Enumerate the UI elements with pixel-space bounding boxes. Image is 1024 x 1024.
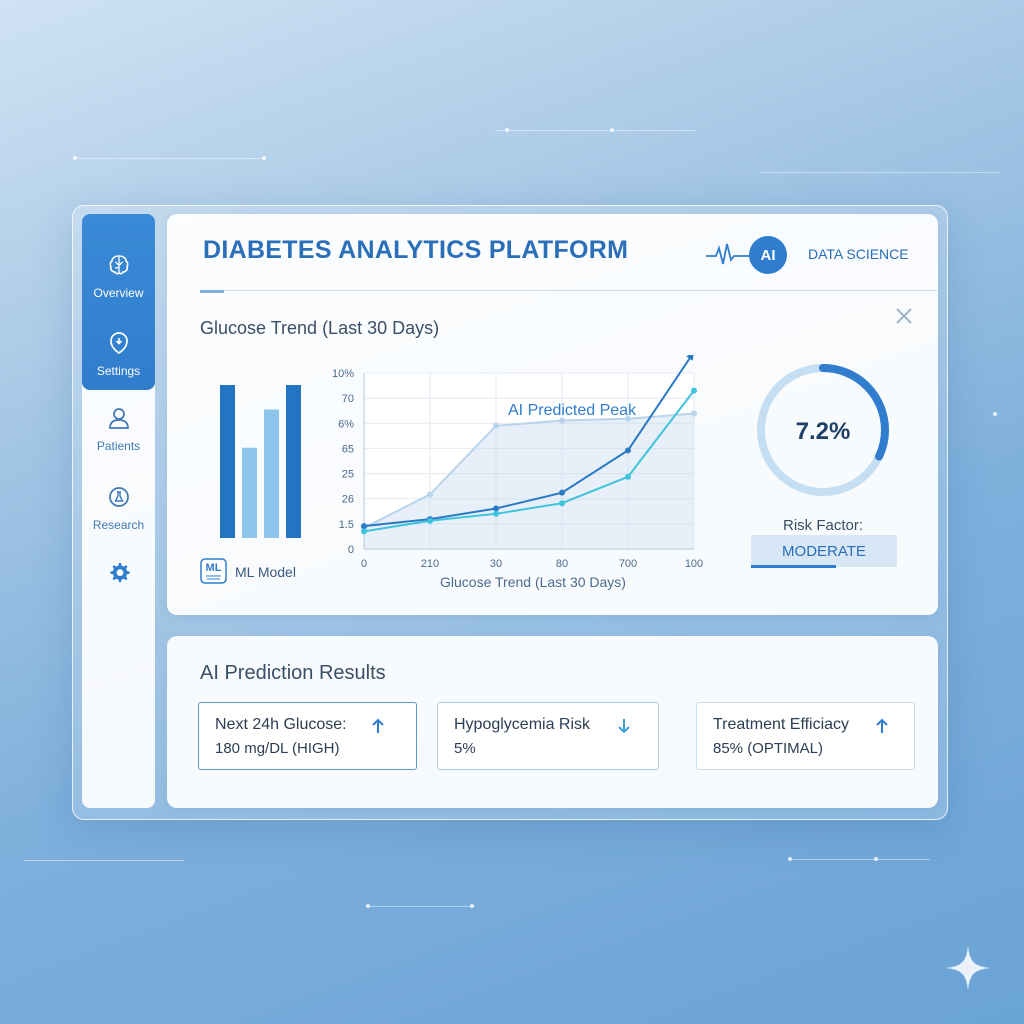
y-tick-label: 70 [342, 393, 354, 405]
data-point [427, 517, 433, 524]
data-point [691, 387, 697, 394]
sidebar-item-label: Settings [96, 364, 141, 378]
x-tick-label: 100 [685, 558, 703, 570]
background-circuit-line [75, 158, 265, 159]
ml-bar-chart [220, 385, 301, 538]
flask-icon [108, 487, 129, 507]
data-point [361, 523, 367, 530]
sidebar-item-label: Research [92, 518, 145, 532]
sidebar-item-overview[interactable]: Overview [82, 252, 155, 300]
background-node [788, 857, 792, 861]
shield-icon [109, 332, 128, 355]
background-circuit-line [24, 860, 184, 861]
background-node [470, 904, 474, 908]
sidebar-item-research[interactable]: Research [82, 484, 155, 532]
risk-value: 7.2% [795, 418, 851, 445]
x-tick-label: 700 [619, 558, 637, 570]
sidebar-item-patients[interactable]: Patients [82, 405, 155, 453]
ml-model-label: ML Model [235, 564, 296, 580]
brain-icon [109, 255, 128, 275]
data-science-label: DATA SCIENCE [808, 246, 909, 262]
prediction-value: 180 mg/DL (HIGH) [215, 740, 340, 757]
prediction-label: Hypoglycemia Risk [454, 716, 591, 733]
bar-1 [220, 385, 235, 538]
y-tick-label: 6% [338, 418, 354, 430]
sidebar-item-settings[interactable]: Settings [82, 330, 155, 378]
user-icon [108, 408, 129, 429]
x-tick-label: 0 [361, 558, 367, 570]
title-accent [200, 290, 224, 293]
data-point [559, 500, 565, 507]
background-circuit-line [368, 906, 473, 907]
data-point [427, 491, 433, 498]
data-point [493, 510, 499, 517]
data-point [625, 447, 631, 454]
risk-level-bar [751, 565, 836, 568]
y-tick-label: 26 [342, 494, 354, 506]
sidebar-item-label: Overview [93, 286, 144, 300]
prediction-value: 85% (OPTIMAL) [713, 740, 824, 757]
data-point [361, 528, 367, 535]
ml-badge-text: ML [206, 562, 222, 574]
risk-factor-label: Risk Factor: [782, 517, 863, 534]
data-point [625, 473, 631, 480]
results-section-title: AI Prediction Results [200, 662, 386, 684]
background-node [262, 156, 266, 160]
x-tick-label: 30 [490, 558, 502, 570]
arrow-up-icon [372, 718, 384, 733]
bar-2 [242, 447, 257, 538]
sidebar-item-gear[interactable] [82, 561, 155, 593]
prediction-label: Next 24h Glucose: [215, 716, 347, 733]
arrow-up-icon [876, 718, 888, 733]
prediction-value: 5% [454, 740, 476, 757]
risk-level-badge: MODERATE [751, 535, 897, 567]
ai-badge: AI [749, 236, 787, 274]
prediction-card-hypoglycemia[interactable]: Hypoglycemia Risk 5% [437, 702, 659, 770]
predicted-peak-annotation: AI Predicted Peak [508, 402, 637, 419]
bar-3 [264, 409, 279, 538]
data-point [559, 489, 565, 496]
x-tick-label: 80 [556, 558, 568, 570]
y-tick-label: 10% [332, 368, 354, 380]
trend-section-title: Glucose Trend (Last 30 Days) [200, 318, 440, 338]
close-icon[interactable] [893, 305, 915, 327]
y-tick-label: 25 [342, 469, 354, 481]
glucose-line-chart: 0 1.5 26 25 65 6% 70 10% 0 210 30 80 700 100 AI Predic… [332, 355, 703, 570]
y-tick-label: 0 [348, 544, 354, 556]
ml-model-icon: ML [200, 558, 227, 584]
header-divider [224, 290, 939, 291]
background-node [366, 904, 370, 908]
background-circuit-line [760, 172, 1000, 173]
data-point [691, 410, 697, 417]
bar-4 [286, 385, 301, 538]
heartbeat-icon [706, 243, 750, 265]
gear-icon [109, 563, 130, 583]
background-node [73, 156, 77, 160]
background-node [610, 128, 614, 132]
prediction-label: Treatment Efficiacy [713, 716, 850, 733]
background-node [874, 857, 878, 861]
y-tick-label: 1.5 [339, 519, 354, 531]
background-node [505, 128, 509, 132]
x-tick-label: 210 [421, 558, 439, 570]
data-point [493, 422, 499, 429]
trend-arrowhead [686, 355, 694, 361]
data-point [493, 505, 499, 512]
sparkle-icon [946, 946, 990, 990]
background-node [993, 412, 997, 416]
x-axis-title: Glucose Trend (Last 30 Days) [440, 574, 626, 590]
prediction-card-treatment[interactable]: Treatment Efficiacy 85% (OPTIMAL) [696, 702, 915, 770]
background-circuit-line [790, 859, 930, 860]
arrow-down-icon [618, 719, 630, 734]
sidebar-item-label: Patients [96, 439, 141, 453]
page-title: DIABETES ANALYTICS PLATFORM [203, 236, 629, 264]
prediction-card-glucose[interactable]: Next 24h Glucose: 180 mg/DL (HIGH) [198, 702, 417, 770]
y-tick-label: 65 [342, 443, 354, 455]
background-circuit-line [495, 130, 695, 131]
